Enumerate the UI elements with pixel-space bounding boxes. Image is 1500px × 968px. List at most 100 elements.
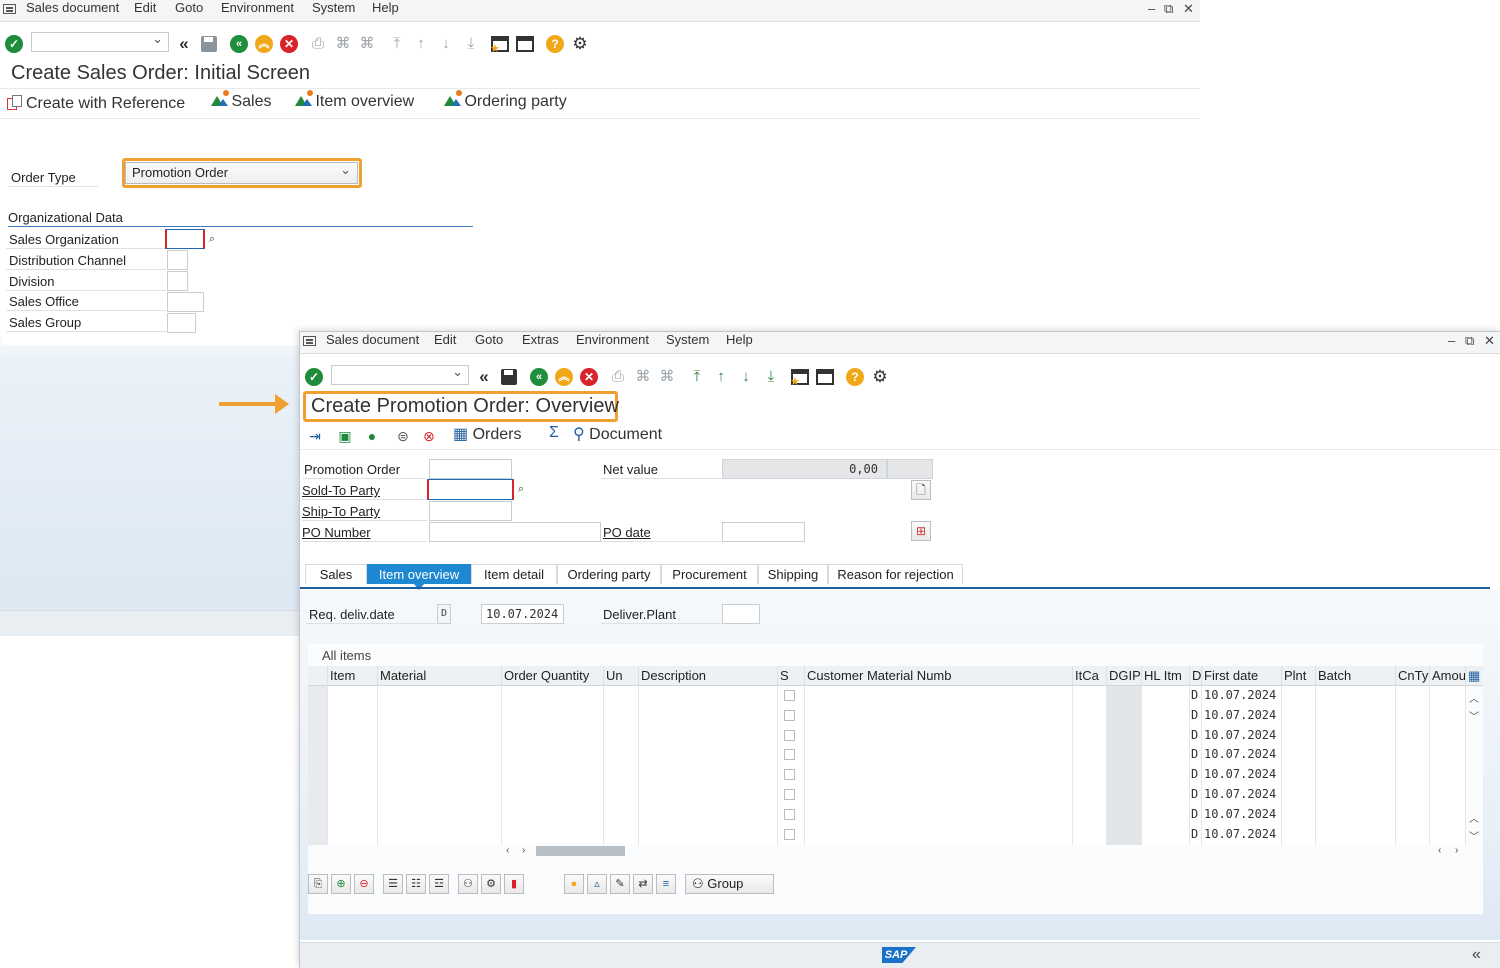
column-header-description[interactable]: Description <box>639 666 778 686</box>
cell-hl-itm[interactable] <box>1142 745 1190 766</box>
status-checkbox[interactable] <box>784 729 795 741</box>
cell-cnty[interactable] <box>1396 705 1430 726</box>
po-date-input[interactable] <box>722 522 805 542</box>
cell-batch[interactable] <box>1316 785 1396 805</box>
enter-icon[interactable]: ✓ <box>5 35 23 53</box>
promotion-order-input[interactable] <box>429 459 512 479</box>
cell-customer-material[interactable] <box>805 725 1073 746</box>
cell-item[interactable] <box>328 745 378 766</box>
cell-order-quantity[interactable] <box>502 725 604 746</box>
cell-plnt[interactable] <box>1282 785 1316 805</box>
sales-group-input[interactable] <box>167 313 196 333</box>
row-selector[interactable] <box>308 824 328 845</box>
cell-d[interactable]: D <box>1190 765 1202 786</box>
cell-d[interactable]: D <box>1190 705 1202 726</box>
column-header-item[interactable]: Item <box>328 666 378 686</box>
scroll-right-icon[interactable]: › <box>1455 845 1458 856</box>
req-deliv-date-input[interactable]: 10.07.2024 <box>481 604 564 624</box>
column-header-d[interactable]: D <box>1190 666 1202 686</box>
cell-hl-itm[interactable] <box>1142 725 1190 746</box>
last-page-icon[interactable]: ⤓ <box>762 368 780 386</box>
cell-itca[interactable] <box>1073 824 1107 845</box>
cell-s[interactable] <box>778 804 805 825</box>
command-field[interactable] <box>31 31 169 52</box>
cell-hl-itm[interactable] <box>1142 686 1190 706</box>
table-row[interactable]: D 10.07.2024 <box>308 686 1466 706</box>
cell-first-date[interactable]: 10.07.2024 <box>1202 824 1282 845</box>
column-header-itca[interactable]: ItCa <box>1073 666 1107 686</box>
cell-customer-material[interactable] <box>805 705 1073 726</box>
menu-extras[interactable]: Extras <box>522 332 559 354</box>
collapse-status-icon[interactable]: « <box>1472 946 1481 964</box>
cell-material[interactable] <box>378 686 502 706</box>
status-checkbox[interactable] <box>784 749 795 761</box>
cell-first-date[interactable]: 10.07.2024 <box>1202 804 1282 825</box>
minimize-button[interactable]: – <box>1148 1 1155 16</box>
find-next-icon[interactable]: ⌘ <box>658 368 676 386</box>
cell-customer-material[interactable] <box>805 804 1073 825</box>
cell-unit[interactable] <box>604 686 639 706</box>
deliver-plant-input[interactable] <box>722 604 760 624</box>
division-input[interactable] <box>167 271 188 291</box>
cell-item[interactable] <box>328 804 378 825</box>
column-header-order-quantity[interactable]: Order Quantity <box>502 666 604 686</box>
cell-description[interactable] <box>639 824 778 845</box>
cell-description[interactable] <box>639 745 778 766</box>
cell-batch[interactable] <box>1316 765 1396 786</box>
command-field[interactable] <box>331 364 469 385</box>
cell-plnt[interactable] <box>1282 686 1316 706</box>
menu-system[interactable]: System <box>666 332 709 354</box>
column-header-first-date[interactable]: First date <box>1202 666 1282 686</box>
row-selector-header[interactable] <box>308 666 328 686</box>
cancel-icon[interactable]: ✕ <box>580 368 598 386</box>
cell-order-quantity[interactable] <box>502 824 604 845</box>
cell-order-quantity[interactable] <box>502 765 604 786</box>
cell-order-quantity[interactable] <box>502 686 604 706</box>
sales-button[interactable]: Sales <box>211 90 271 111</box>
select-block-icon[interactable]: ☷ <box>406 874 426 894</box>
cell-hl-itm[interactable] <box>1142 785 1190 805</box>
cell-cnty[interactable] <box>1396 785 1430 805</box>
cell-unit[interactable] <box>604 824 639 845</box>
cell-amount[interactable] <box>1430 785 1466 805</box>
scroll-down-icon[interactable]: ﹀ <box>1469 708 1479 723</box>
cell-batch[interactable] <box>1316 804 1396 825</box>
close-button[interactable]: ✕ <box>1183 1 1194 17</box>
exit-icon[interactable]: ︽ <box>555 368 573 386</box>
cell-dgip[interactable] <box>1107 804 1142 825</box>
tab-sales[interactable]: Sales <box>305 564 367 584</box>
cell-plnt[interactable] <box>1282 705 1316 726</box>
cell-customer-material[interactable] <box>805 686 1073 706</box>
cell-description[interactable] <box>639 725 778 746</box>
tab-procurement[interactable]: Procurement <box>661 564 758 584</box>
conditions-icon[interactable]: ⊜ <box>394 427 412 445</box>
horizontal-scrollbar[interactable]: ‹ › <box>506 845 626 857</box>
status-checkbox[interactable] <box>784 769 795 781</box>
cell-d[interactable]: D <box>1190 785 1202 805</box>
list-icon[interactable]: ≡ <box>656 874 676 894</box>
cell-batch[interactable] <box>1316 705 1396 726</box>
cell-unit[interactable] <box>604 785 639 805</box>
column-header-s[interactable]: S <box>778 666 805 686</box>
scroll-left-icon[interactable]: ‹ <box>1438 845 1441 856</box>
cell-d[interactable]: D <box>1190 725 1202 746</box>
first-page-icon[interactable]: ⤒ <box>388 35 406 53</box>
search-help-icon[interactable]: ⌕ <box>205 233 219 247</box>
cell-amount[interactable] <box>1430 745 1466 766</box>
cell-description[interactable] <box>639 804 778 825</box>
cell-dgip[interactable] <box>1107 705 1142 726</box>
cell-d[interactable]: D <box>1190 824 1202 845</box>
cell-cnty[interactable] <box>1396 824 1430 845</box>
item-details-icon[interactable]: ⎘ <box>308 874 328 894</box>
menu-sales-document[interactable]: Sales document <box>326 332 419 354</box>
cell-dgip[interactable] <box>1107 745 1142 766</box>
cell-itca[interactable] <box>1073 745 1107 766</box>
distribution-channel-input[interactable] <box>167 250 188 270</box>
menu-edit[interactable]: Edit <box>434 332 456 354</box>
cell-s[interactable] <box>778 785 805 805</box>
cell-s[interactable] <box>778 705 805 726</box>
chart-icon[interactable]: ▮ <box>504 874 524 894</box>
create-with-reference-button[interactable]: Create with Reference <box>7 93 185 113</box>
cell-amount[interactable] <box>1430 725 1466 746</box>
cell-description[interactable] <box>639 765 778 786</box>
